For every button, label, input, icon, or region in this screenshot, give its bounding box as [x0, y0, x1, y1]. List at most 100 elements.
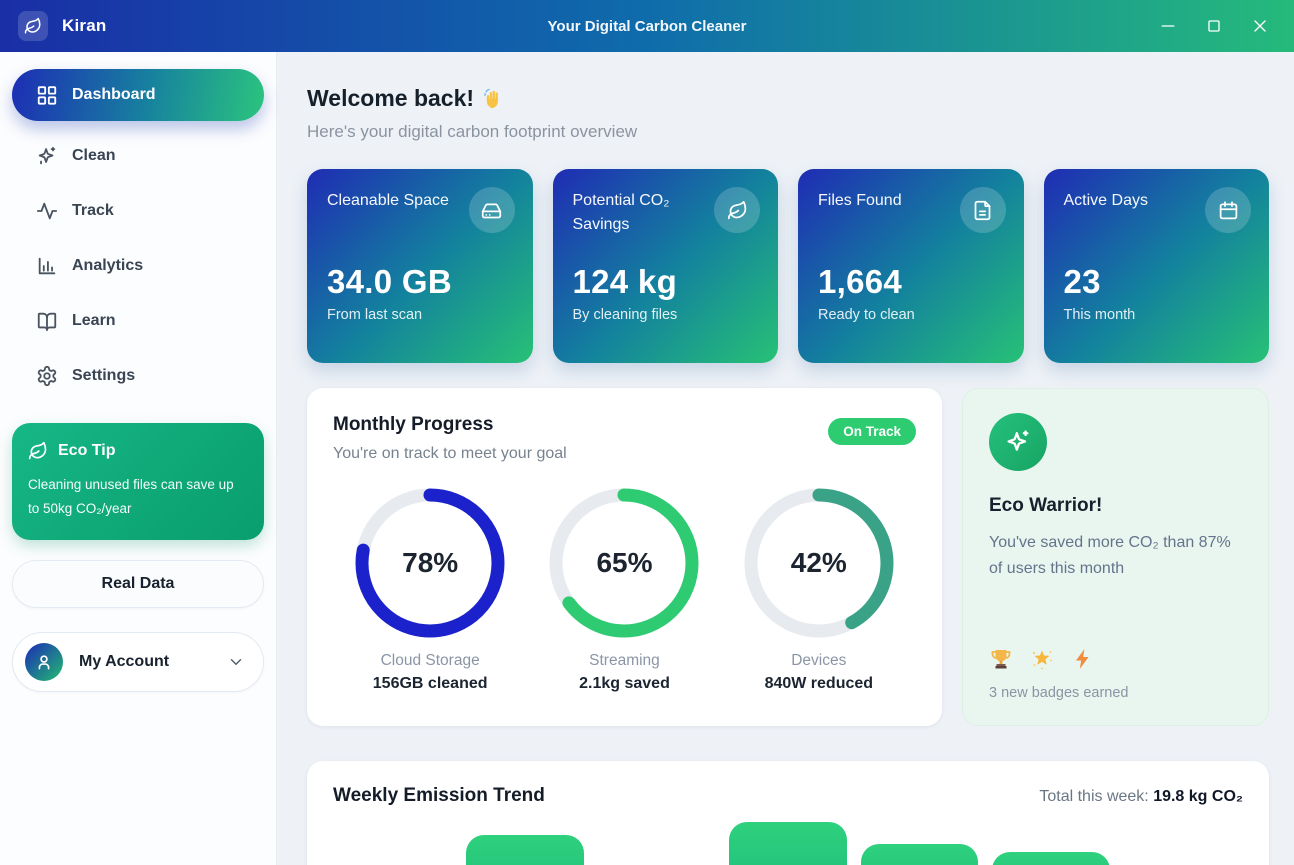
achievement-card: Eco Warrior! You've saved more CO₂ than … — [962, 388, 1269, 726]
account-button[interactable]: My Account — [12, 632, 264, 692]
titlebar: Kiran Your Digital Carbon Cleaner — [0, 0, 1294, 52]
ring-value: 840W reduced — [765, 675, 873, 693]
ring-value: 2.1kg saved — [579, 675, 670, 693]
stat-title: Active Days — [1064, 189, 1204, 213]
progress-ring: 78% — [354, 487, 506, 639]
activity-icon — [36, 200, 58, 222]
stat-title: Files Found — [818, 189, 958, 213]
minimize-button[interactable] — [1152, 10, 1184, 42]
ring-percent: 42% — [743, 487, 895, 639]
trophy-icon — [989, 647, 1013, 671]
sidebar-item-clean[interactable]: Clean — [12, 134, 264, 178]
bar-tue — [466, 835, 583, 865]
stat-value: 23 — [1064, 263, 1101, 301]
weekly-trend-title: Weekly Emission Trend — [333, 785, 545, 807]
ring-label: Streaming — [589, 652, 660, 670]
sidebar-item-label: Analytics — [72, 257, 143, 275]
progress-rings: 78% Cloud Storage 156GB cleaned 65% Stre… — [333, 487, 916, 693]
weekly-total-label: Total this week: — [1039, 788, 1153, 805]
weekly-total: Total this week: 19.8 kg CO₂ — [1039, 788, 1243, 806]
eco-tip-card: Eco Tip Cleaning unused files can save u… — [12, 423, 264, 540]
stat-card-co2-savings: Potential CO₂ Savings 124 kg By cleaning… — [553, 169, 779, 363]
eco-tip-text: Cleaning unused files can save up to 50k… — [28, 473, 248, 520]
app-logo — [18, 11, 48, 41]
ring-cloud-storage: 78% Cloud Storage 156GB cleaned — [335, 487, 525, 693]
avatar — [25, 643, 63, 681]
achievement-icon — [989, 413, 1047, 471]
ring-devices: 42% Devices 840W reduced — [724, 487, 914, 693]
hard-drive-icon — [469, 187, 515, 233]
sidebar-item-track[interactable]: Track — [12, 189, 264, 233]
achievement-badges — [989, 647, 1242, 671]
user-icon — [34, 652, 54, 672]
bar-thu — [729, 822, 846, 865]
window-title: Your Digital Carbon Cleaner — [0, 18, 1294, 35]
stat-title: Potential CO₂ Savings — [573, 189, 713, 237]
sparkles-icon — [36, 145, 58, 167]
sidebar-item-label: Settings — [72, 367, 135, 385]
waving-hand-icon — [483, 87, 507, 111]
sidebar-item-settings[interactable]: Settings — [12, 354, 264, 398]
stat-card-cleanable-space: Cleanable Space 34.0 GB From last scan — [307, 169, 533, 363]
leaf-icon — [714, 187, 760, 233]
ring-label: Cloud Storage — [381, 652, 480, 670]
bar-sat — [992, 852, 1109, 865]
sidebar: Dashboard Clean Track Analytics Learn — [0, 52, 277, 865]
stat-value: 34.0 GB — [327, 263, 452, 301]
app-name: Kiran — [62, 16, 106, 36]
book-open-icon — [36, 310, 58, 332]
account-label: My Account — [79, 653, 169, 671]
stat-caption: By cleaning files — [573, 307, 678, 323]
sidebar-item-label: Learn — [72, 312, 116, 330]
progress-ring: 65% — [548, 487, 700, 639]
ring-streaming: 65% Streaming 2.1kg saved — [529, 487, 719, 693]
sidebar-item-label: Track — [72, 202, 114, 220]
stat-card-active-days: Active Days 23 This month — [1044, 169, 1270, 363]
sidebar-item-label: Clean — [72, 147, 116, 165]
stat-cards: Cleanable Space 34.0 GB From last scan P… — [307, 169, 1269, 363]
file-text-icon — [960, 187, 1006, 233]
close-button[interactable] — [1244, 10, 1276, 42]
ring-label: Devices — [791, 652, 846, 670]
close-icon — [1250, 16, 1270, 36]
sidebar-item-analytics[interactable]: Analytics — [12, 244, 264, 288]
dashboard-grid-icon — [36, 84, 58, 106]
progress-ring: 42% — [743, 487, 895, 639]
monthly-progress-subtitle: You're on track to meet your goal — [333, 445, 567, 463]
monthly-progress-card: Monthly Progress You're on track to meet… — [307, 388, 942, 726]
stat-value: 1,664 — [818, 263, 902, 301]
real-data-button[interactable]: Real Data — [12, 560, 264, 608]
ring-percent: 65% — [548, 487, 700, 639]
main-content: Welcome back! Here's your digital carbon… — [277, 52, 1294, 865]
bar-chart-icon — [36, 255, 58, 277]
lightning-icon — [1071, 647, 1095, 671]
greeting-text: Welcome back! — [307, 85, 474, 112]
sidebar-item-label: Dashboard — [72, 86, 156, 104]
sparkles-icon — [1004, 428, 1032, 456]
achievement-title: Eco Warrior! — [989, 495, 1242, 517]
ring-value: 156GB cleaned — [373, 675, 488, 693]
gear-icon — [36, 365, 58, 387]
page-title: Welcome back! — [307, 85, 1269, 112]
stat-caption: This month — [1064, 307, 1136, 323]
achievement-text: You've saved more CO₂ than 87% of users … — [989, 530, 1239, 581]
stat-value: 124 kg — [573, 263, 678, 301]
leaf-icon — [28, 441, 48, 461]
maximize-button[interactable] — [1198, 10, 1230, 42]
weekly-bars — [333, 817, 1243, 865]
sidebar-item-dashboard[interactable]: Dashboard — [12, 69, 264, 121]
page-subtitle: Here's your digital carbon footprint ove… — [307, 122, 1269, 142]
status-badge: On Track — [828, 418, 916, 445]
chevron-down-icon — [227, 653, 245, 671]
monthly-progress-title: Monthly Progress — [333, 414, 567, 436]
window-controls — [1152, 10, 1276, 42]
sidebar-item-learn[interactable]: Learn — [12, 299, 264, 343]
weekly-trend-card: Weekly Emission Trend Total this week: 1… — [307, 761, 1269, 865]
stat-caption: Ready to clean — [818, 307, 915, 323]
stat-caption: From last scan — [327, 307, 422, 323]
bar-fri — [861, 844, 978, 865]
leaf-icon — [24, 17, 42, 35]
eco-tip-title: Eco Tip — [58, 442, 116, 460]
ring-percent: 78% — [354, 487, 506, 639]
achievement-caption: 3 new badges earned — [989, 685, 1242, 701]
